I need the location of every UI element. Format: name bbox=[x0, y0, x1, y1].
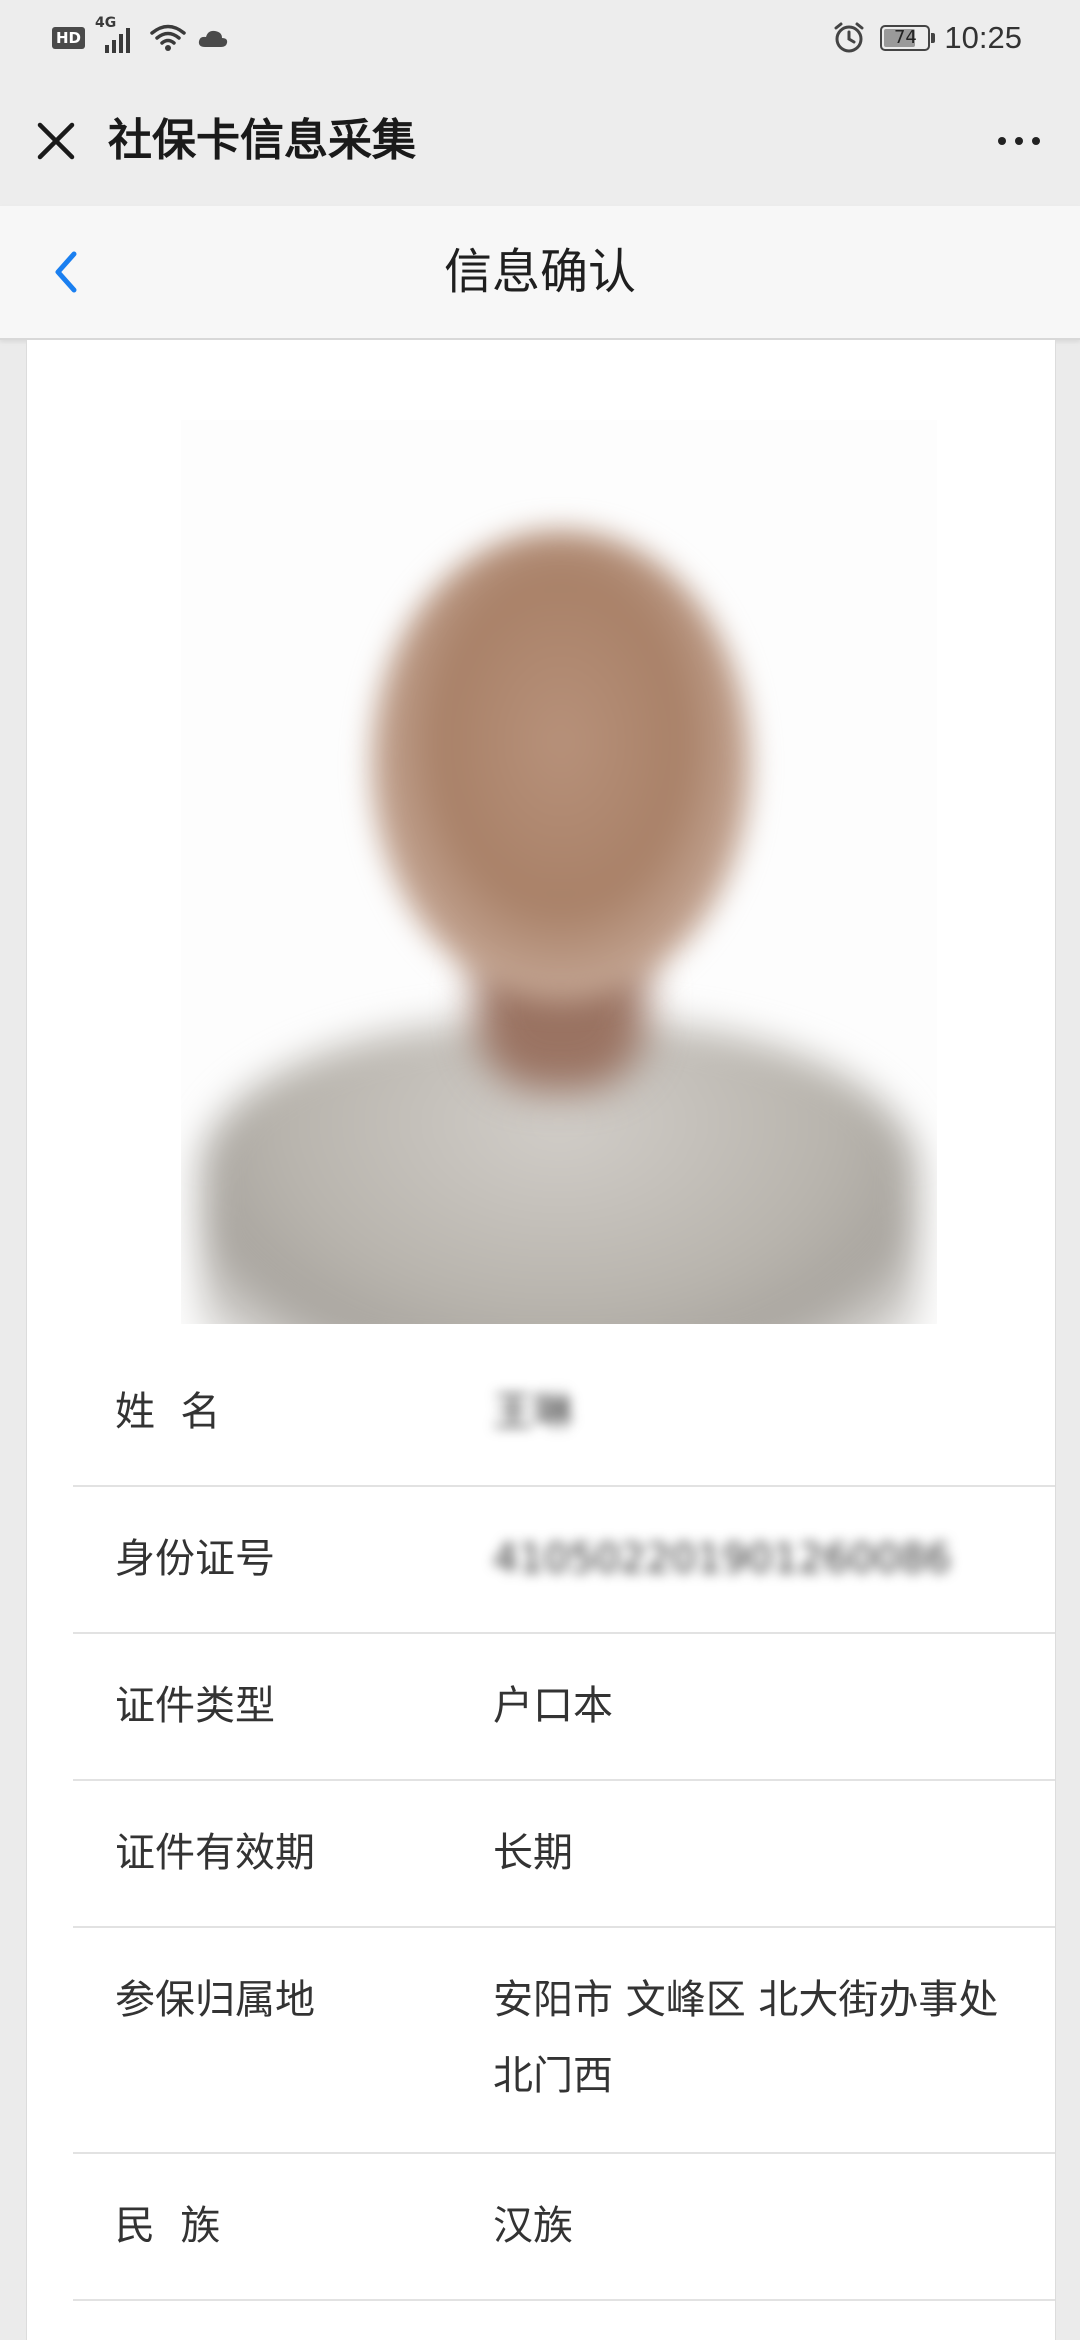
row-label: 民 族 bbox=[115, 2203, 221, 2249]
info-row-id-number: 身份证号 410502201901260086 bbox=[73, 1487, 1055, 1634]
info-row-ethnicity: 民 族 汉族 bbox=[73, 2154, 1055, 2301]
row-value-insured-location: 安阳市 文峰区 北大街办事处 北门西 bbox=[493, 1977, 999, 2099]
info-row-validity: 证件有效期 长期 bbox=[73, 1781, 1055, 1928]
row-label: 参保归属地 bbox=[115, 1977, 315, 2023]
row-value-name: 王琳 bbox=[493, 1389, 573, 1435]
info-card: 姓 名 王琳 身份证号 410502201901260086 证件类型 户口本 … bbox=[26, 340, 1056, 2340]
info-row-document-type: 证件类型 户口本 bbox=[73, 1634, 1055, 1781]
more-options-button[interactable] bbox=[984, 109, 1054, 173]
cloud-icon bbox=[198, 30, 228, 47]
close-icon bbox=[37, 122, 75, 160]
info-row-insured-location: 参保归属地 安阳市 文峰区 北大街办事处 北门西 bbox=[73, 1928, 1055, 2154]
clock-time: 10:25 bbox=[944, 20, 1022, 55]
more-icon-dot bbox=[1032, 137, 1040, 145]
info-list: 姓 名 王琳 身份证号 410502201901260086 证件类型 户口本 … bbox=[73, 1340, 1055, 2301]
page-title: 信息确认 bbox=[443, 244, 636, 300]
wifi-icon bbox=[150, 24, 186, 51]
row-label: 身份证号 bbox=[115, 1536, 275, 1582]
app-bar: 社保卡信息采集 bbox=[0, 76, 1080, 206]
alarm-icon bbox=[834, 22, 864, 53]
info-row-name: 姓 名 王琳 bbox=[73, 1340, 1055, 1487]
cellular-signal-icon: 4G bbox=[95, 15, 139, 55]
row-label: 证件有效期 bbox=[115, 1830, 315, 1876]
row-value-id-number: 410502201901260086 bbox=[493, 1536, 952, 1582]
page-nav-bar: 信息确认 bbox=[0, 206, 1080, 340]
more-icon-dot bbox=[998, 137, 1006, 145]
status-left: HD 4G bbox=[52, 15, 229, 58]
id-photo bbox=[181, 420, 937, 1324]
more-icon-dot bbox=[1015, 137, 1023, 145]
app-title: 社保卡信息采集 bbox=[108, 115, 416, 166]
status-right: 74 10:25 bbox=[832, 14, 1022, 62]
hd-icon: HD bbox=[52, 27, 86, 49]
row-value-ethnicity: 汉族 bbox=[493, 2203, 573, 2249]
status-bar: HD 4G 74 10:25 bbox=[0, 0, 1080, 76]
row-label: 证件类型 bbox=[115, 1683, 275, 1729]
battery-percent: 74 bbox=[893, 27, 917, 48]
row-value-document-type: 户口本 bbox=[493, 1683, 613, 1729]
close-button[interactable] bbox=[24, 109, 88, 173]
battery-icon: 74 bbox=[880, 25, 936, 51]
row-label: 姓 名 bbox=[115, 1389, 221, 1435]
row-value-validity: 长期 bbox=[493, 1830, 573, 1876]
